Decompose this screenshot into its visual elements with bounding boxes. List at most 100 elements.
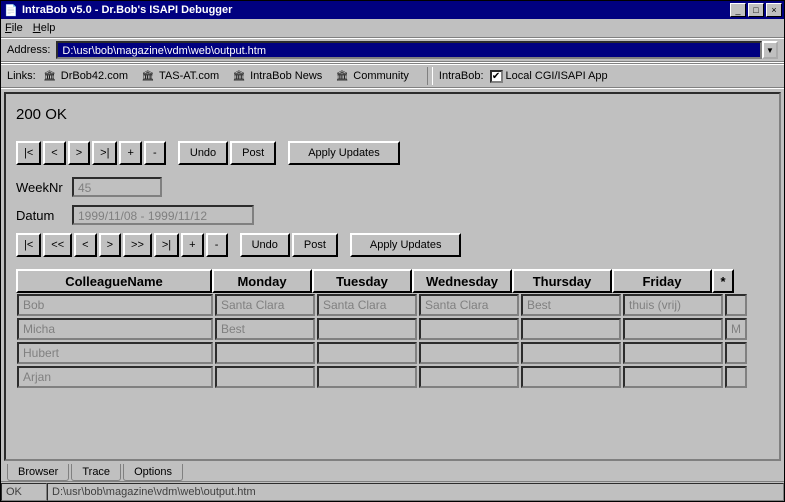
address-toolbar: Address: D:\usr\bob\magazine\vdm\web\out… [1,37,784,63]
building-icon: 🏛 [231,69,247,83]
header-wed[interactable]: Wednesday [412,269,512,293]
status-left: OK [1,483,47,501]
local-cgi-label: Local CGI/ISAPI App [506,70,608,82]
nav2-undo-button[interactable]: Undo [240,233,290,257]
cell-mon[interactable] [215,366,315,388]
header-mon[interactable]: Monday [212,269,312,293]
http-status: 200 OK [16,106,769,123]
cell-fri[interactable] [623,318,723,340]
nav-row-1: |< < > >| + - Undo Post Apply Updates [16,141,769,165]
nav1-plus-button[interactable]: + [119,141,141,165]
cell-thu[interactable] [521,342,621,364]
cell-wed[interactable] [419,366,519,388]
browser-content: 200 OK |< < > >| + - Undo Post Apply Upd… [4,92,781,461]
statusbar: OK D:\usr\bob\magazine\vdm\web\output.ht… [1,481,784,501]
minimize-button[interactable]: _ [730,3,746,17]
cell-wed[interactable] [419,342,519,364]
local-cgi-checkbox[interactable]: ✔ [490,70,503,83]
cell-wed[interactable]: Santa Clara [419,294,519,316]
weeknr-input[interactable]: 45 [72,177,162,197]
menu-help[interactable]: Help [33,22,56,34]
window-title: IntraBob v5.0 - Dr.Bob's ISAPI Debugger [22,4,728,16]
maximize-button[interactable]: □ [748,3,764,17]
nav2-first-button[interactable]: |< [16,233,41,257]
nav2-pprev-button[interactable]: << [43,233,72,257]
header-tail[interactable]: * [712,269,734,293]
tab-trace[interactable]: Trace [71,464,121,481]
cell-tail[interactable]: M [725,318,747,340]
nav1-apply-button[interactable]: Apply Updates [288,141,400,165]
toolbar-separator [427,67,433,85]
header-name[interactable]: ColleagueName [16,269,212,293]
header-tue[interactable]: Tuesday [312,269,412,293]
cell-name[interactable]: Micha [17,318,213,340]
table-row[interactable]: BobSanta ClaraSanta ClaraSanta ClaraBest… [16,293,769,317]
link-drbob42[interactable]: 🏛DrBob42.com [42,69,128,83]
nav1-next-button[interactable]: > [68,141,90,165]
grid-body: BobSanta ClaraSanta ClaraSanta ClaraBest… [16,293,769,389]
cell-name[interactable]: Arjan [17,366,213,388]
cell-name[interactable]: Hubert [17,342,213,364]
address-input[interactable]: D:\usr\bob\magazine\vdm\web\output.htm [56,41,762,59]
weeknr-label: WeekNr [16,180,72,195]
datum-row: Datum 1999/11/08 - 1999/11/12 [16,205,769,225]
app-window: 📄 IntraBob v5.0 - Dr.Bob's ISAPI Debugge… [0,0,785,502]
cell-tue[interactable] [317,318,417,340]
tab-options[interactable]: Options [123,464,183,481]
building-icon: 🏛 [42,69,58,83]
intrabob-label: IntraBob: [439,70,484,82]
cell-tail[interactable] [725,294,747,316]
datum-label: Datum [16,208,72,223]
building-icon: 🏛 [334,69,350,83]
nav2-next-button[interactable]: > [99,233,121,257]
nav1-undo-button[interactable]: Undo [178,141,228,165]
link-community[interactable]: 🏛Community [334,69,409,83]
status-right: D:\usr\bob\magazine\vdm\web\output.htm [47,483,784,501]
weeknr-row: WeekNr 45 [16,177,769,197]
building-icon: 🏛 [140,69,156,83]
nav2-nnext-button[interactable]: >> [123,233,152,257]
nav2-post-button[interactable]: Post [292,233,338,257]
nav2-prev-button[interactable]: < [74,233,96,257]
cell-tue[interactable] [317,366,417,388]
nav1-post-button[interactable]: Post [230,141,276,165]
cell-mon[interactable] [215,342,315,364]
cell-thu[interactable]: Best [521,294,621,316]
header-thu[interactable]: Thursday [512,269,612,293]
cell-tail[interactable] [725,342,747,364]
cell-name[interactable]: Bob [17,294,213,316]
cell-tue[interactable] [317,342,417,364]
titlebar: 📄 IntraBob v5.0 - Dr.Bob's ISAPI Debugge… [1,1,784,19]
link-intrabob-news[interactable]: 🏛IntraBob News [231,69,322,83]
table-row[interactable]: MichaBest M [16,317,769,341]
cell-fri[interactable] [623,366,723,388]
nav1-first-button[interactable]: |< [16,141,41,165]
tab-browser[interactable]: Browser [7,464,69,481]
cell-fri[interactable] [623,342,723,364]
nav1-prev-button[interactable]: < [43,141,65,165]
nav2-minus-button[interactable]: - [206,233,228,257]
cell-tail[interactable] [725,366,747,388]
address-dropdown-button[interactable]: ▼ [762,41,778,59]
cell-mon[interactable]: Best [215,318,315,340]
nav2-apply-button[interactable]: Apply Updates [350,233,462,257]
link-tasat[interactable]: 🏛TAS-AT.com [140,69,219,83]
nav2-plus-button[interactable]: + [181,233,203,257]
nav1-minus-button[interactable]: - [144,141,166,165]
close-button[interactable]: × [766,3,782,17]
header-fri[interactable]: Friday [612,269,712,293]
bottom-tabs: Browser Trace Options [1,464,784,481]
cell-mon[interactable]: Santa Clara [215,294,315,316]
nav2-last-button[interactable]: >| [154,233,179,257]
cell-thu[interactable] [521,366,621,388]
table-row[interactable]: Arjan [16,365,769,389]
datum-input[interactable]: 1999/11/08 - 1999/11/12 [72,205,254,225]
nav1-last-button[interactable]: >| [92,141,117,165]
menu-file[interactable]: File [5,22,23,34]
data-grid: ColleagueName Monday Tuesday Wednesday T… [16,269,769,389]
cell-wed[interactable] [419,318,519,340]
cell-tue[interactable]: Santa Clara [317,294,417,316]
cell-thu[interactable] [521,318,621,340]
table-row[interactable]: Hubert [16,341,769,365]
cell-fri[interactable]: thuis (vrij) [623,294,723,316]
